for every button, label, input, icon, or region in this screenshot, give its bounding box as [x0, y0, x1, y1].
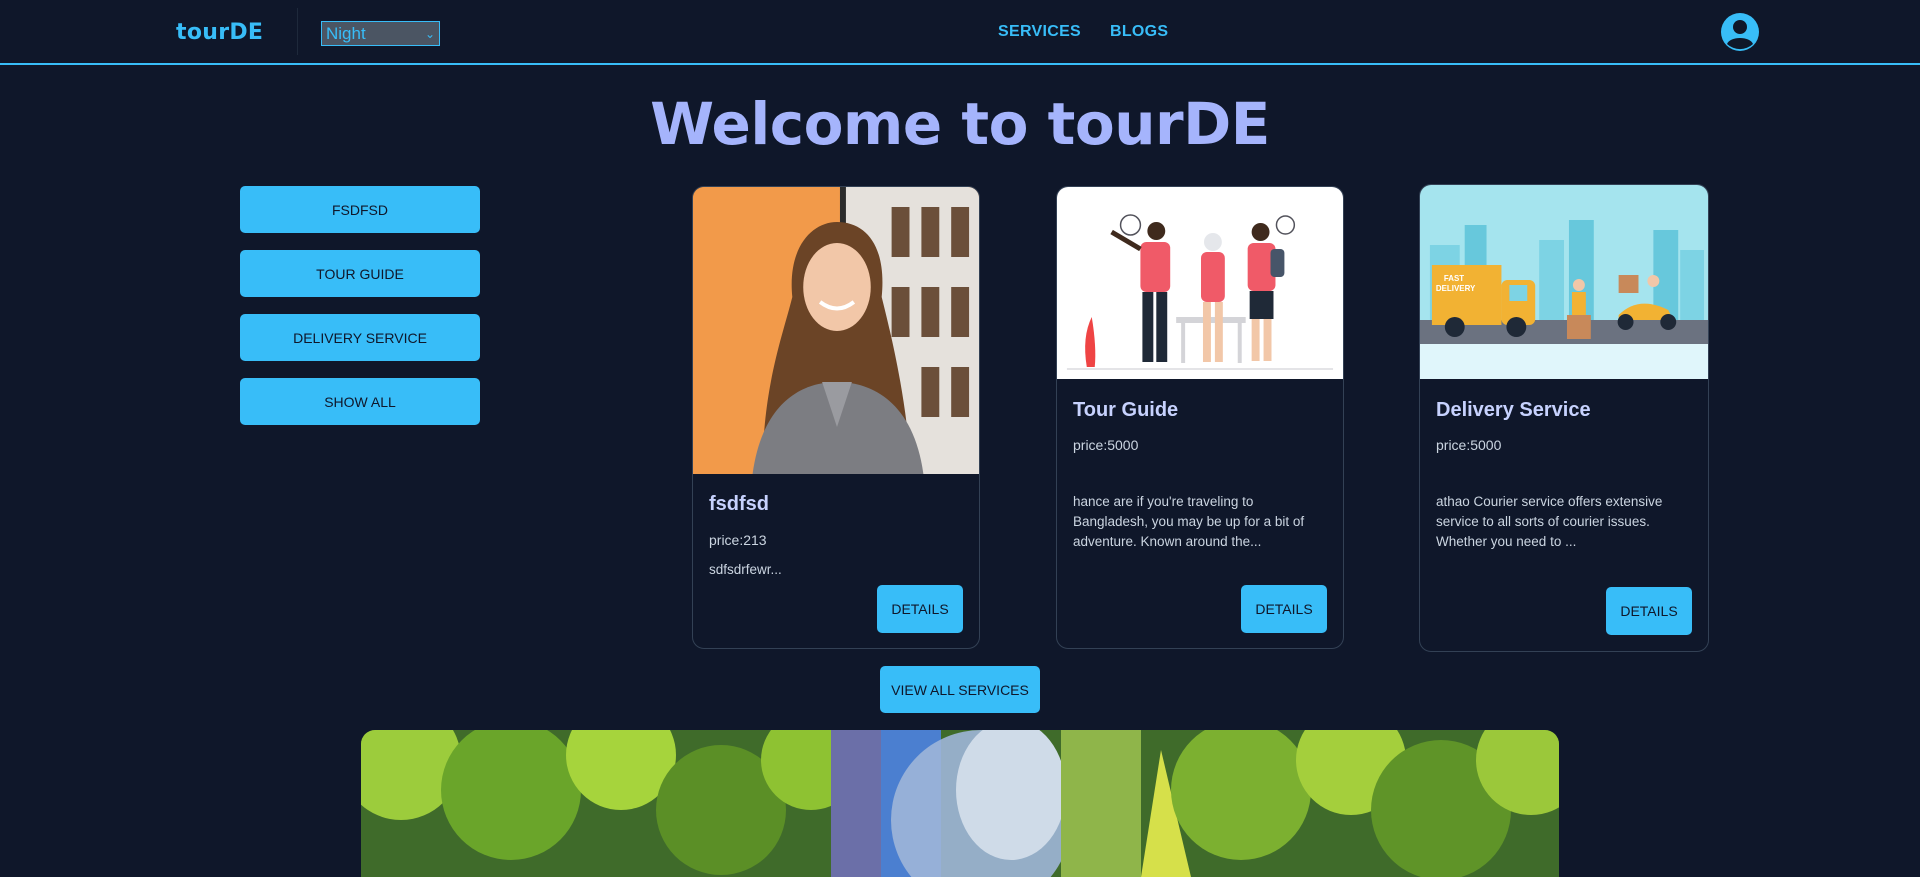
brand-logo[interactable]: tourDE: [176, 20, 263, 45]
card-description: athao Courier service offers extensive s…: [1436, 494, 1663, 549]
service-card-fsdfsd: fsdfsd price:213 sdfsdrfewr... DETAILS: [692, 186, 980, 649]
card-price: price:5000: [1073, 437, 1139, 453]
nav-link-services[interactable]: SERVICES: [998, 23, 1081, 41]
card-description: sdfsdrfewr...: [709, 562, 782, 577]
service-card-delivery-service: FAST DELIVERY Delivery Service price:500…: [1419, 184, 1709, 652]
theme-select-value: Night: [326, 23, 366, 43]
service-card-tour-guide: Tour Guide price:5000 hance are if you'r…: [1056, 186, 1344, 649]
navbar-divider: [297, 8, 298, 55]
tour-guide-illustration: [1057, 187, 1343, 379]
nav-link-blogs[interactable]: BLOGS: [1110, 23, 1168, 41]
card-price: price:5000: [1436, 437, 1502, 453]
view-all-services-button[interactable]: VIEW ALL SERVICES: [880, 666, 1040, 713]
chevron-down-icon: ⌄: [424, 26, 435, 41]
filter-button-delivery-service[interactable]: DELIVERY SERVICE: [240, 314, 480, 361]
theme-select[interactable]: Night ⌄: [321, 21, 440, 46]
card-title: Delivery Service: [1436, 399, 1591, 421]
card-description: hance are if you're traveling to Banglad…: [1073, 494, 1305, 549]
details-button[interactable]: DETAILS: [1241, 585, 1327, 633]
details-button[interactable]: DETAILS: [877, 585, 963, 633]
portrait-photo: [693, 187, 979, 474]
top-navbar: tourDE Night ⌄ SERVICES BLOGS: [0, 0, 1920, 65]
user-avatar-icon[interactable]: [1720, 12, 1760, 52]
delivery-illustration: FAST DELIVERY: [1420, 185, 1708, 379]
hero-waterfall-photo: [361, 730, 1559, 877]
card-title: fsdfsd: [709, 493, 769, 515]
truck-text-fast: FAST: [1444, 274, 1464, 283]
filter-button-tour-guide[interactable]: TOUR GUIDE: [240, 250, 480, 297]
truck-text-delivery: DELIVERY: [1436, 284, 1476, 293]
filter-button-fsdfsd[interactable]: FSDFSD: [240, 186, 480, 233]
card-title: Tour Guide: [1073, 399, 1179, 421]
page-title: Welcome to tourDE: [650, 90, 1270, 158]
card-price: price:213: [709, 532, 767, 548]
details-button[interactable]: DETAILS: [1606, 587, 1692, 635]
filter-button-show-all[interactable]: SHOW ALL: [240, 378, 480, 425]
